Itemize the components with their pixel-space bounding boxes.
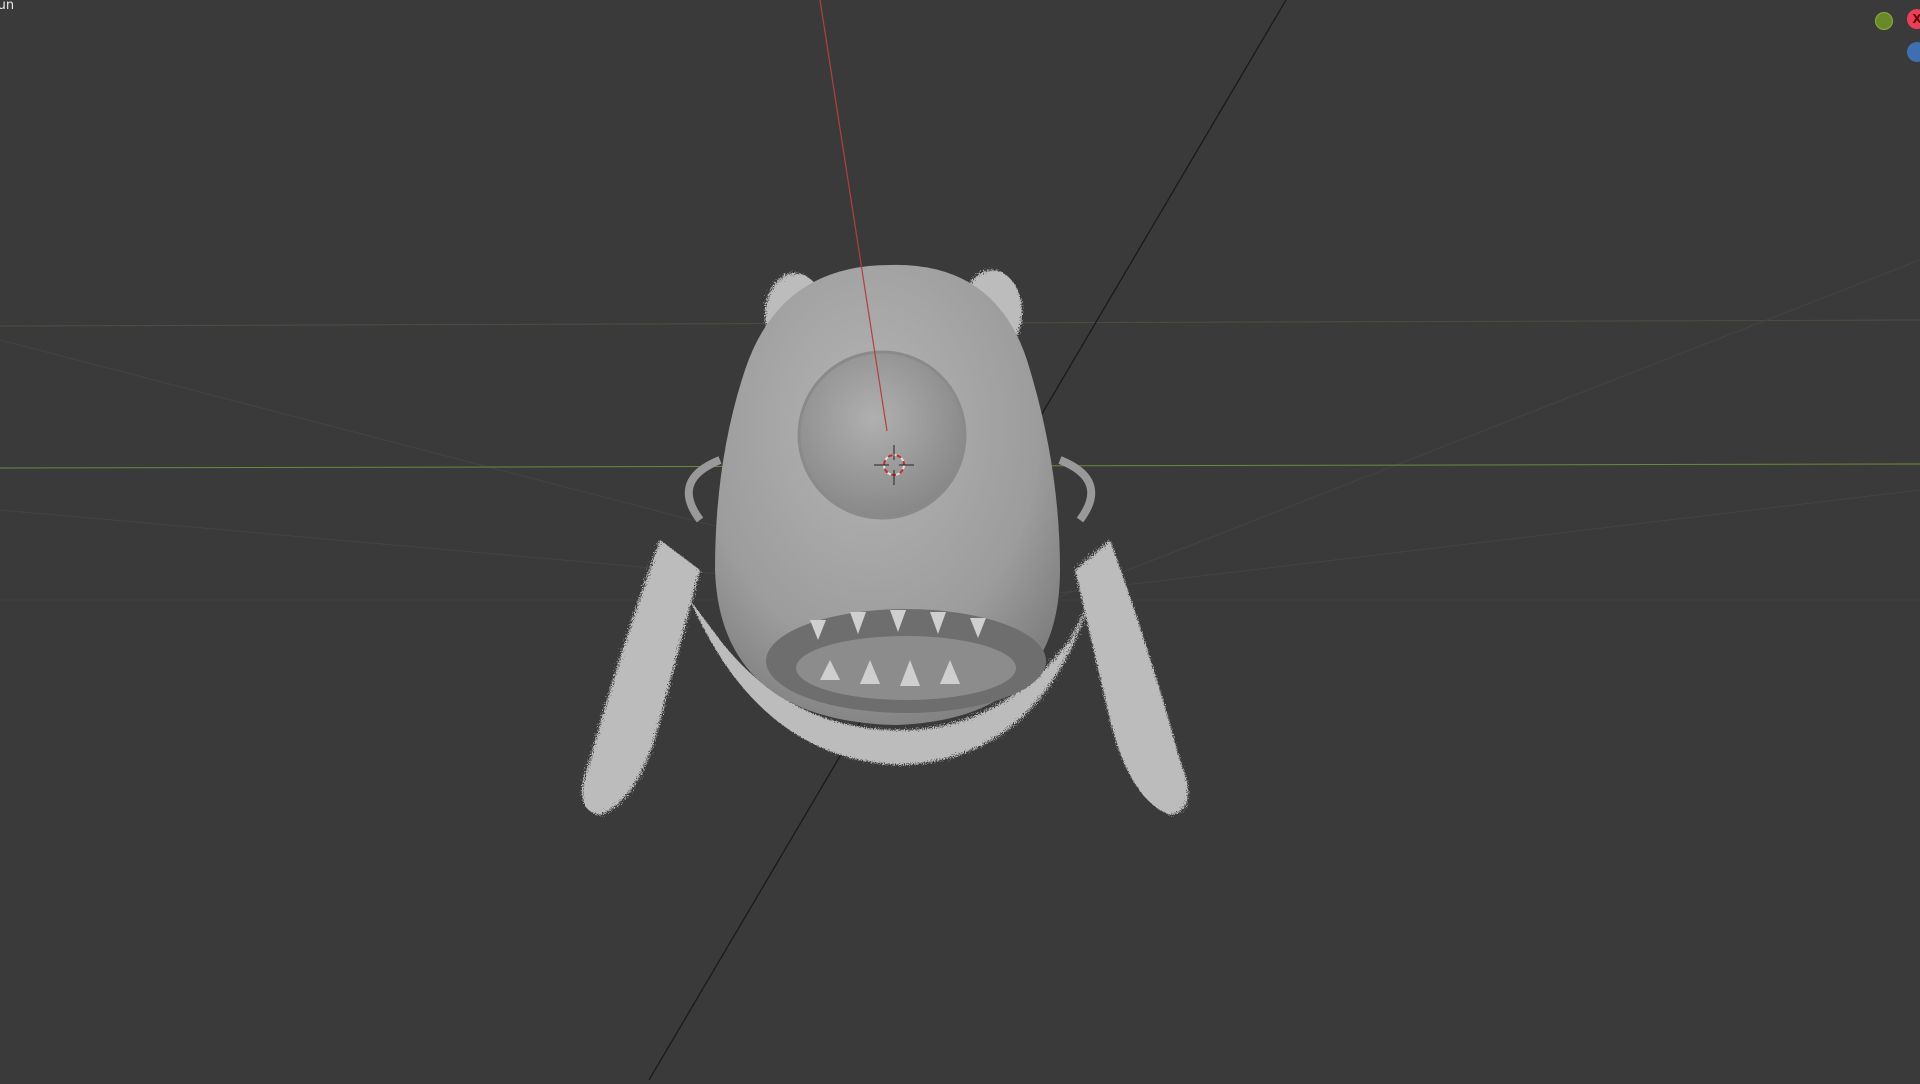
3d-viewport[interactable]: iun X bbox=[0, 0, 1920, 1081]
monster-eye bbox=[797, 350, 967, 520]
viewport-scene bbox=[0, 0, 1920, 1081]
object-label: iun bbox=[0, 0, 15, 13]
gizmo-x-label: X bbox=[1912, 12, 1920, 26]
gizmo-z-axis-icon[interactable] bbox=[1907, 42, 1920, 62]
gizmo-x-axis-icon[interactable]: X bbox=[1907, 9, 1920, 29]
gizmo-y-axis-icon[interactable] bbox=[1875, 12, 1893, 30]
monster-model[interactable] bbox=[582, 264, 1188, 815]
